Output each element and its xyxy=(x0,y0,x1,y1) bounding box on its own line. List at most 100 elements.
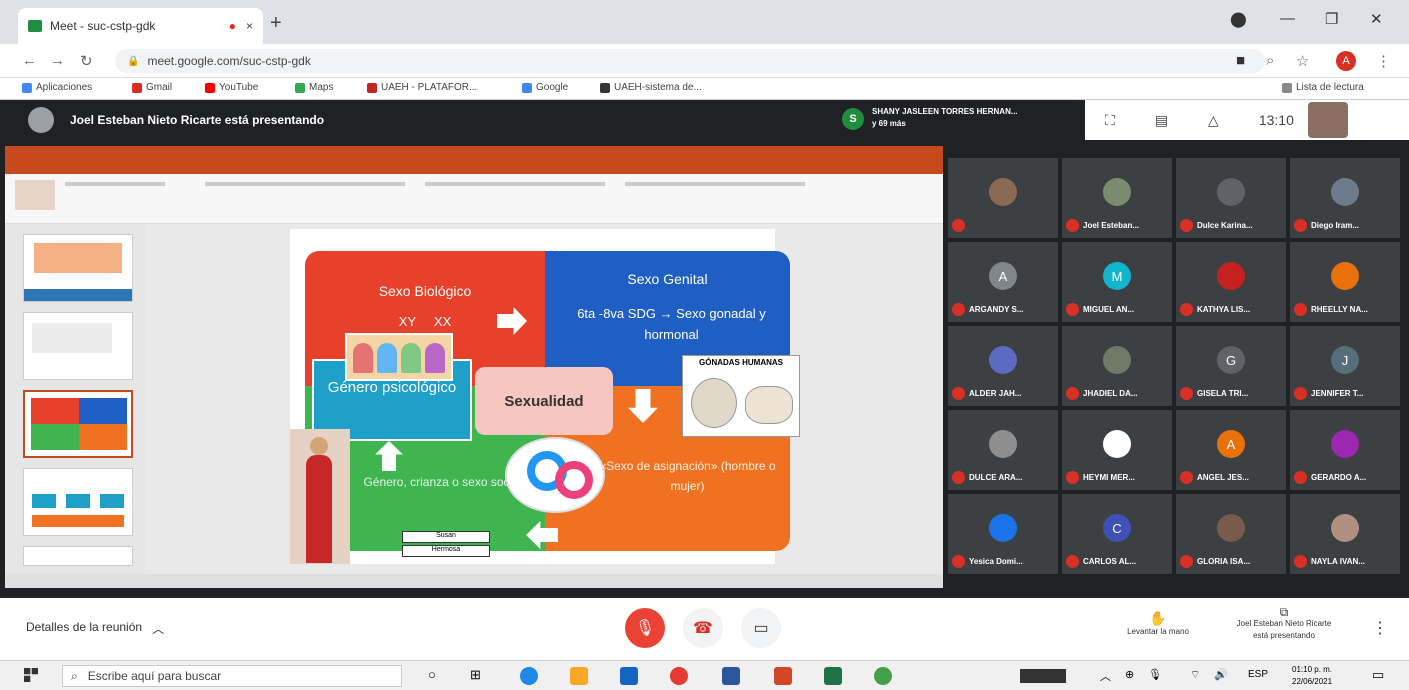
bookmark-maps[interactable]: Maps xyxy=(295,82,333,93)
maps-app-icon[interactable] xyxy=(874,667,892,685)
maximize-icon[interactable]: ❐ xyxy=(1325,10,1338,28)
tray-network-icon[interactable]: ⊕ xyxy=(1125,668,1134,681)
tray-mic-icon[interactable]: 🎙 xyxy=(1148,668,1162,681)
participant-summary[interactable]: SHANY JASLEEN TORRES HERNAN... y 69 más xyxy=(872,106,1018,130)
chrome-icon[interactable] xyxy=(670,667,688,685)
participant-tile[interactable]: Yesica Domi... xyxy=(948,494,1058,574)
url-field[interactable]: 🔒 meet.google.com/suc-cstp-gdk xyxy=(115,49,1265,73)
participant-tile[interactable]: Joel Esteban... xyxy=(1062,158,1172,238)
tray-chevron-icon[interactable]: ︿ xyxy=(1100,668,1111,684)
participant-tile[interactable]: A ARGANDY S... xyxy=(948,242,1058,322)
bookmark-google[interactable]: Google xyxy=(522,82,568,93)
participant-tile[interactable]: RHEELLY NA... xyxy=(1290,242,1400,322)
slide-thumbnails xyxy=(5,224,145,574)
thumb-image xyxy=(34,243,122,273)
participant-name: ALDER JAH... xyxy=(969,389,1022,398)
taskbar-clock[interactable]: 01:10 p. m. 22/06/2021 xyxy=(1292,664,1332,688)
gonadas-illustration: GÓNADAS HUMANAS xyxy=(682,355,800,437)
leave-call-button[interactable]: ☎ xyxy=(683,608,723,648)
camera-button[interactable]: ▭ xyxy=(741,608,781,648)
edge-icon[interactable] xyxy=(520,667,538,685)
participant-tile[interactable] xyxy=(948,158,1058,238)
bookmark-uaeh-sistema[interactable]: UAEH-sistema de... xyxy=(600,82,702,93)
self-view-thumbnail[interactable] xyxy=(1307,102,1348,138)
participant-avatar xyxy=(1331,262,1359,290)
windows-start-icon[interactable] xyxy=(24,668,38,682)
participant-tile[interactable]: M MIGUEL AN... xyxy=(1062,242,1172,322)
windows-taskbar: ⌕ Escribe aquí para buscar ○ ⊞ ︿ ⊕ 🎙 ⌔ 🔊… xyxy=(0,660,1409,690)
meeting-details-button[interactable]: Detalles de la reunión ︿ xyxy=(26,620,164,637)
close-window-icon[interactable]: ✕ xyxy=(1370,10,1383,28)
participant-tile[interactable]: G GISELA TRI... xyxy=(1176,326,1286,406)
activities-icon[interactable]: △ xyxy=(1208,112,1219,129)
sexualidad-box: Sexualidad xyxy=(475,367,613,435)
participant-tile[interactable]: Dulce Karina... xyxy=(1176,158,1286,238)
minimize-icon[interactable]: — xyxy=(1280,10,1295,27)
camera-indicator-icon[interactable]: ■ xyxy=(1236,52,1245,69)
notifications-icon[interactable]: ▭ xyxy=(1372,667,1384,683)
task-view-icon[interactable]: ⊞ xyxy=(470,667,481,683)
raise-hand-button[interactable]: ✋ Levantar la mano xyxy=(1110,610,1206,636)
participant-tile[interactable]: J JENNIFER T... xyxy=(1290,326,1400,406)
bookmark-uaeh-plataforma[interactable]: UAEH - PLATAFOR... xyxy=(367,82,477,93)
taskbar-search-box[interactable]: ⌕ Escribe aquí para buscar xyxy=(62,665,402,687)
participant-tile[interactable]: A ANGEL JES... xyxy=(1176,410,1286,490)
tray-wifi-icon[interactable]: ⌔ xyxy=(1190,668,1200,682)
ribbon-font-group xyxy=(205,182,405,186)
more-options-icon[interactable]: ⋮ xyxy=(1372,618,1388,638)
participant-tile[interactable]: C CARLOS AL... xyxy=(1062,494,1172,574)
participant-tile[interactable]: GLORIA ISA... xyxy=(1176,494,1286,574)
forward-icon[interactable]: → xyxy=(50,52,65,69)
profile-circle-icon[interactable]: ⬤ xyxy=(1230,10,1247,28)
participant-name-row: NAYLA IVAN... xyxy=(1294,555,1365,568)
participant-tile[interactable]: Diego Iram... xyxy=(1290,158,1400,238)
participant-tile[interactable]: DULCE ARA... xyxy=(948,410,1058,490)
participant-name: ANGEL JES... xyxy=(1197,473,1249,482)
layout-icon[interactable]: ⛶ xyxy=(1105,112,1115,129)
profile-avatar[interactable]: A xyxy=(1336,51,1356,71)
participant-name-row: ANGEL JES... xyxy=(1180,471,1249,484)
language-indicator[interactable]: ESP xyxy=(1248,669,1268,680)
muted-mic-icon xyxy=(952,303,965,316)
participant-tile[interactable]: KATHYA LIS... xyxy=(1176,242,1286,322)
presenting-info-button[interactable]: ⧉ Joel Esteban Nieto Ricarte está presen… xyxy=(1214,606,1354,642)
cortana-icon[interactable]: ○ xyxy=(428,667,436,682)
participant-avatar: A xyxy=(989,262,1017,290)
participant-tile[interactable]: JHADIEL DA... xyxy=(1062,326,1172,406)
file-explorer-icon[interactable] xyxy=(570,667,588,685)
mic-off-button[interactable]: 🎙 xyxy=(625,608,665,648)
browser-tab-meet[interactable]: Meet - suc-cstp-gdk ● × xyxy=(18,8,263,44)
participant-tile[interactable]: GERARDO A... xyxy=(1290,410,1400,490)
powerpoint-icon[interactable] xyxy=(774,667,792,685)
battery-icon[interactable] xyxy=(1020,669,1066,683)
chat-icon[interactable]: ▤ xyxy=(1155,112,1168,129)
participant-tile[interactable]: HEYMI MER... xyxy=(1062,410,1172,490)
excel-icon[interactable] xyxy=(824,667,842,685)
present-screen-icon: ⧉ xyxy=(1279,605,1289,619)
back-icon[interactable]: ← xyxy=(22,52,37,69)
participant-avatar xyxy=(1331,514,1359,542)
tab-close-icon[interactable]: × xyxy=(246,19,253,33)
bookmark-gmail[interactable]: Gmail xyxy=(132,82,172,93)
name-label-2: Hermosa xyxy=(402,545,490,557)
participant-tile[interactable]: NAYLA IVAN... xyxy=(1290,494,1400,574)
taskbar-search-placeholder: Escribe aquí para buscar xyxy=(87,669,222,683)
menu-kebab-icon[interactable]: ⋮ xyxy=(1376,52,1391,70)
new-tab-button[interactable]: + xyxy=(270,12,282,35)
reload-icon[interactable]: ↻ xyxy=(80,52,93,70)
reading-list-button[interactable]: Lista de lectura xyxy=(1282,82,1364,93)
participant-tile[interactable]: ALDER JAH... xyxy=(948,326,1058,406)
participant-name: NAYLA IVAN... xyxy=(1311,557,1365,566)
bookmark-apps[interactable]: Aplicaciones xyxy=(22,82,92,93)
bookmark-youtube[interactable]: YouTube xyxy=(205,82,258,93)
mail-icon[interactable] xyxy=(620,667,638,685)
word-icon[interactable] xyxy=(722,667,740,685)
current-slide: Sexo Biológico XY XX Sexo Genital 6ta -8… xyxy=(290,229,800,564)
participant-name: MIGUEL AN... xyxy=(1083,305,1135,314)
zoom-icon[interactable]: ⌕ xyxy=(1266,52,1274,69)
tray-volume-icon[interactable]: 🔊 xyxy=(1214,668,1228,681)
bookmark-star-icon[interactable]: ☆ xyxy=(1296,52,1309,70)
muted-mic-icon xyxy=(1180,387,1193,400)
participant-name-row: DULCE ARA... xyxy=(952,471,1022,484)
ppt-ribbon-tabs xyxy=(5,162,943,174)
